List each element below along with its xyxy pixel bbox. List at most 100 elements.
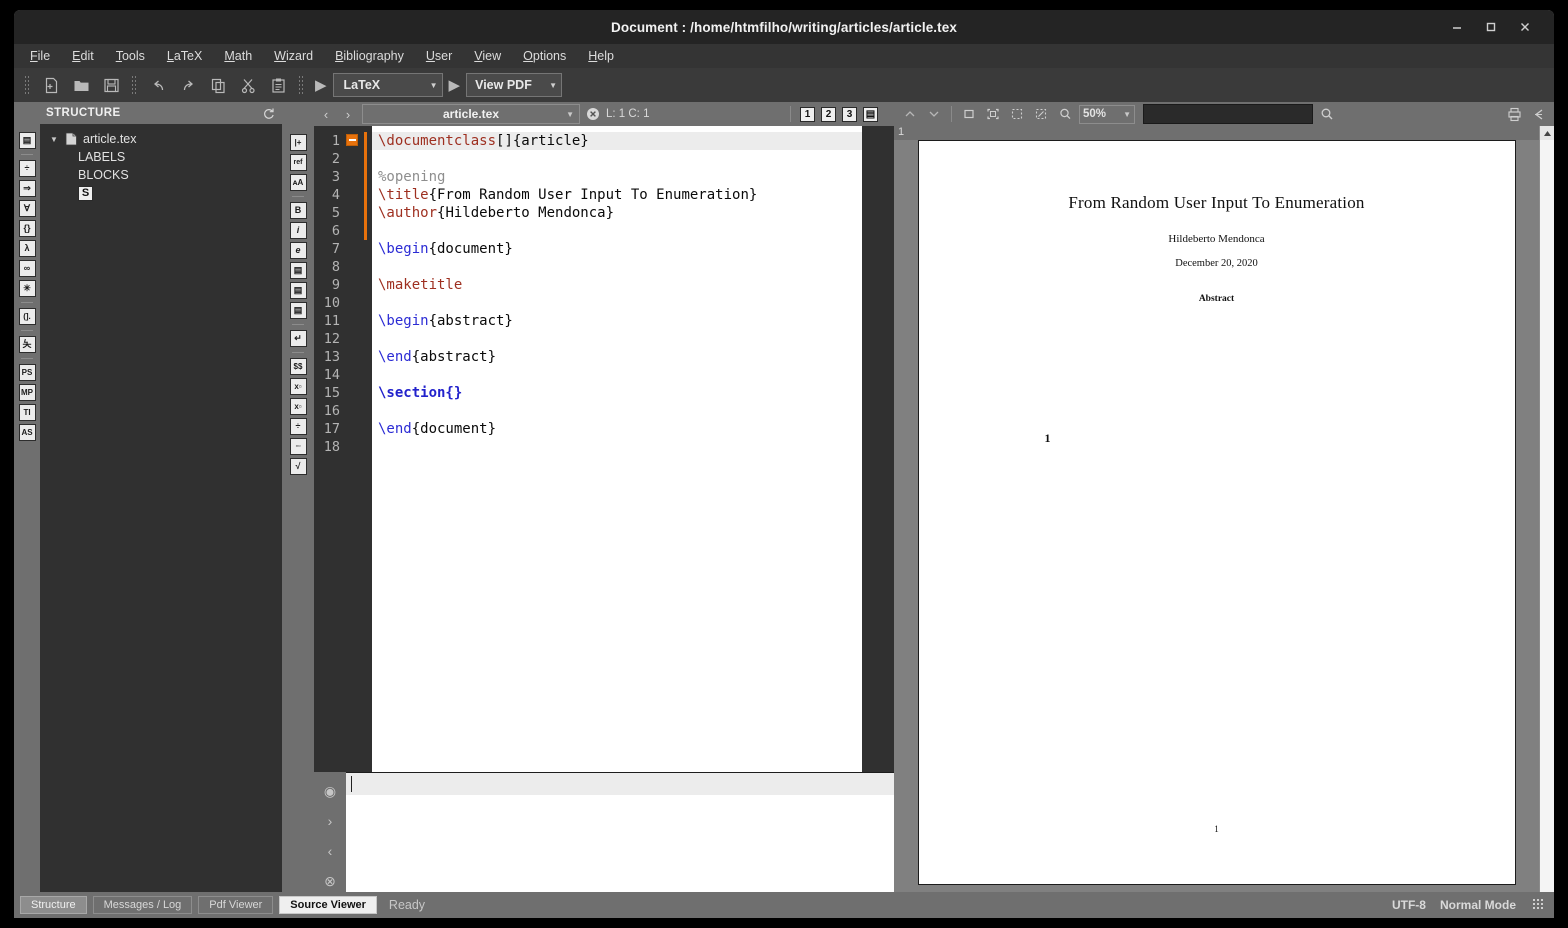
clear-icon[interactable]: ⊗ (321, 872, 339, 890)
cut-icon[interactable] (234, 72, 262, 98)
undo-icon[interactable] (144, 72, 172, 98)
forall-icon[interactable]: ∀ (18, 200, 36, 217)
toolbar-grip[interactable] (24, 75, 31, 95)
statusbar-messages-log-button[interactable]: Messages / Log (92, 896, 193, 914)
fold-marker[interactable] (346, 134, 358, 146)
refresh-icon[interactable] (260, 105, 276, 121)
pdf-scroll-area[interactable]: 1 From Random User Input To Enumeration … (894, 126, 1539, 892)
code-area[interactable]: 1 2 3 4 5 6 7 8 9 10 11 12 13 14 15 16 1… (314, 126, 862, 772)
fraction-icon[interactable]: ÷ (289, 418, 307, 435)
menu-latex[interactable]: LaTeX (167, 49, 202, 63)
menu-help[interactable]: Help (588, 49, 614, 63)
pdf-search-input[interactable] (1143, 104, 1313, 124)
pdf-page[interactable]: From Random User Input To Enumeration Hi… (917, 140, 1516, 885)
build-run-button[interactable]: ▶ (311, 76, 331, 94)
collapse-panel-icon[interactable] (1528, 105, 1548, 123)
asymptote-icon[interactable]: AS (18, 424, 36, 441)
statusbar-source-viewer-button[interactable]: Source Viewer (279, 896, 377, 914)
menu-view[interactable]: View (474, 49, 501, 63)
font-size-icon[interactable]: ᴀA (289, 174, 307, 191)
tikz-icon[interactable]: TI (18, 404, 36, 421)
minimize-button[interactable] (1440, 12, 1474, 42)
view-run-button[interactable]: ▶ (445, 76, 465, 94)
resize-grip[interactable] (1532, 897, 1544, 910)
newline-icon[interactable]: ↵ (289, 330, 307, 347)
toolbar-grip-3[interactable] (298, 75, 305, 95)
previous-icon[interactable]: ‹ (321, 842, 339, 860)
fit-page-icon[interactable] (983, 105, 1003, 123)
delimiters-icon[interactable]: {} (18, 220, 36, 237)
chevron-down-icon[interactable] (924, 105, 944, 123)
nav-back-icon[interactable]: ‹ (318, 107, 334, 122)
scroll-up-icon[interactable] (1539, 126, 1554, 140)
sqrt-icon[interactable]: √ (289, 458, 307, 475)
bookmark-list-icon[interactable]: ▤ (863, 106, 878, 122)
menu-user[interactable]: User (426, 49, 452, 63)
emphasis-icon[interactable]: e (289, 242, 307, 259)
menu-file[interactable]: File (30, 49, 50, 63)
bracket-misc-icon[interactable]: (]. (18, 308, 36, 325)
lambda-icon[interactable]: λ (18, 240, 36, 257)
expander-icon[interactable]: ▼ (50, 135, 60, 144)
magnifier-icon[interactable] (1055, 105, 1075, 123)
tree-item-blocks[interactable]: BLOCKS (40, 166, 282, 184)
asterisk-operator-icon[interactable]: ✳ (18, 280, 36, 297)
tree-item-badge[interactable]: S (40, 184, 282, 202)
structure-list-icon[interactable]: ▤ (18, 132, 36, 149)
math-mode-icon[interactable]: $$ (289, 358, 307, 375)
close-file-icon[interactable] (586, 107, 600, 121)
menu-bibliography[interactable]: Bibliography (335, 49, 404, 63)
tree-item-labels[interactable]: LABELS (40, 148, 282, 166)
metapost-icon[interactable]: MP (18, 384, 36, 401)
insert-line-icon[interactable]: |+ (289, 134, 307, 151)
view-target-combo[interactable]: View PDF ▼ (466, 73, 563, 97)
marquee-select-icon[interactable] (1007, 105, 1027, 123)
superscript-icon[interactable]: x▫ (289, 398, 307, 415)
menu-wizard[interactable]: Wizard (274, 49, 313, 63)
menu-math[interactable]: Math (224, 49, 252, 63)
italic-icon[interactable]: i (289, 222, 307, 239)
stacked-fraction-icon[interactable]: ▫▫ (289, 438, 307, 455)
bookmark-2-button[interactable]: 2 (821, 106, 836, 122)
menu-tools[interactable]: Tools (116, 49, 145, 63)
bold-icon[interactable]: B (289, 202, 307, 219)
print-icon[interactable] (1504, 105, 1524, 123)
chevron-up-icon[interactable] (900, 105, 920, 123)
infinity-icon[interactable]: ∞ (18, 260, 36, 277)
next-icon[interactable]: › (321, 812, 339, 830)
reference-icon[interactable]: ref (289, 154, 307, 171)
paste-icon[interactable] (264, 72, 292, 98)
zoom-region-icon[interactable] (1031, 105, 1051, 123)
align-center-icon[interactable]: ▤ (289, 282, 307, 299)
tree-item-article[interactable]: ▼ article.tex (40, 130, 282, 148)
search-icon[interactable] (1317, 105, 1337, 123)
bookmark-1-button[interactable]: 1 (800, 106, 815, 122)
align-left-icon[interactable]: ▤ (289, 262, 307, 279)
zoom-level-combo[interactable]: 50% ▼ (1079, 104, 1135, 124)
nav-forward-icon[interactable]: › (340, 107, 356, 122)
divide-operator-icon[interactable]: ÷ (18, 160, 36, 177)
bookmark-3-button[interactable]: 3 (842, 106, 857, 122)
fit-width-icon[interactable] (959, 105, 979, 123)
preview-eye-icon[interactable]: ◉ (321, 782, 339, 800)
stick-figure-icon[interactable]: 夨 (18, 336, 36, 353)
menu-options[interactable]: Options (523, 49, 566, 63)
subscript-icon[interactable]: x▫ (289, 378, 307, 395)
maximize-button[interactable] (1474, 12, 1508, 42)
toolbar-grip-2[interactable] (131, 75, 138, 95)
open-file-combo[interactable]: article.tex ▼ (362, 104, 580, 124)
copy-icon[interactable] (204, 72, 232, 98)
build-profile-combo[interactable]: LaTeX ▼ (332, 73, 443, 97)
pdf-vertical-scrollbar[interactable] (1539, 126, 1554, 892)
statusbar-structure-button[interactable]: Structure (20, 896, 87, 914)
new-file-icon[interactable] (37, 72, 65, 98)
menu-edit[interactable]: Edit (72, 49, 94, 63)
source-code-text[interactable]: \documentclass[]{article} %opening \title… (372, 126, 862, 772)
postscript-icon[interactable]: PS (18, 364, 36, 381)
statusbar-pdf-viewer-button[interactable]: Pdf Viewer (198, 896, 274, 914)
arrow-relation-icon[interactable]: ⇒ (18, 180, 36, 197)
open-folder-icon[interactable] (67, 72, 95, 98)
source-viewer-content[interactable] (346, 772, 894, 892)
align-right-icon[interactable]: ▤ (289, 302, 307, 319)
close-button[interactable] (1508, 12, 1542, 42)
